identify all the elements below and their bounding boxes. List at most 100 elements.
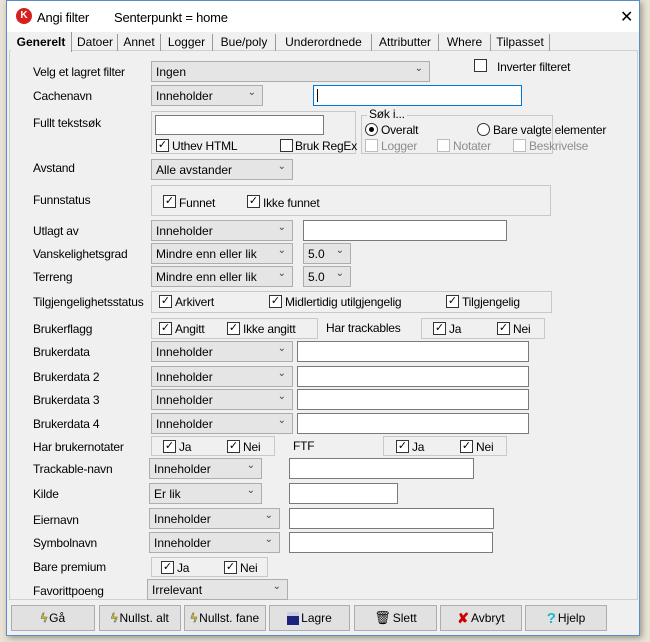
tab-logger[interactable]: Logger [161,34,213,51]
highlight-html-checkbox[interactable]: ✓ [156,139,169,152]
source-op-select[interactable]: Er lik ⌄ [149,483,262,504]
premium-yes-label: Ja [177,561,190,575]
tab-annet[interactable]: Annet [118,34,161,51]
favorites-select[interactable]: Irrelevant ⌄ [147,579,288,600]
save-label: Lagre [301,611,332,625]
difficulty-op-value: Mindre enn eller lik [156,247,257,261]
premium-yes-checkbox[interactable]: ✓ [161,561,174,574]
tab-underordnede[interactable]: Underordnede [276,34,372,51]
symbol-op-select[interactable]: Inneholder ⌄ [149,532,280,553]
premium-no-label: Nei [240,561,258,575]
userdata4-op-value: Inneholder [156,417,213,431]
trackable-name-op-select[interactable]: Inneholder ⌄ [149,458,262,479]
placed-by-op-select[interactable]: Inneholder ⌄ [151,220,293,241]
reset-all-label: Nullst. alt [119,611,169,625]
usernotes-yes-label: Ja [179,440,192,454]
premium-no-checkbox[interactable]: ✓ [224,561,237,574]
trash-icon: 🗑 [374,610,391,625]
favorites-label: Favorittpoeng [33,584,104,598]
archived-checkbox[interactable]: ✓ [159,295,172,308]
userdata4-op-select[interactable]: Inneholder ⌄ [151,413,293,434]
available-checkbox[interactable]: ✓ [446,295,459,308]
distance-select[interactable]: Alle avstander ⌄ [151,159,293,180]
tab-generelt[interactable]: Generelt [11,32,72,52]
premium-label: Bare premium [33,560,106,574]
userdata-op-select[interactable]: Inneholder ⌄ [151,341,293,362]
source-label: Kilde [33,487,59,501]
userdata4-input[interactable] [297,413,529,434]
terrain-op-select[interactable]: Mindre enn eller lik ⌄ [151,266,293,287]
regex-checkbox[interactable] [280,139,293,152]
symbol-input[interactable] [289,532,493,553]
lightning-icon: ϟ [40,611,48,626]
invert-checkbox[interactable] [474,59,487,72]
not-found-checkbox[interactable]: ✓ [247,195,260,208]
chevron-down-icon: ⌄ [335,268,344,279]
trackables-yes-checkbox[interactable]: ✓ [433,322,446,335]
tab-bue-poly[interactable]: Bue/poly [213,34,276,51]
ftf-yes-checkbox[interactable]: ✓ [396,440,409,453]
userdata3-input[interactable] [297,389,529,410]
found-checkbox[interactable]: ✓ [163,195,176,208]
flag-set-checkbox[interactable]: ✓ [159,322,172,335]
placed-by-input[interactable] [303,220,507,241]
terrain-value-select[interactable]: 5.0 ⌄ [303,266,351,287]
source-op-value: Er lik [154,487,181,501]
available-label: Tilgjengelig [462,295,520,309]
notes-checkbox[interactable] [437,139,450,152]
flag-not-set-checkbox[interactable]: ✓ [227,322,240,335]
go-button[interactable]: ϟ Gå [11,605,95,631]
selected-elements-radio[interactable] [477,123,490,136]
overall-radio[interactable] [365,123,378,136]
saved-filter-select[interactable]: Ingen ⌄ [151,61,430,82]
reset-all-button[interactable]: ϟ Nullst. alt [99,605,181,631]
userdata3-op-select[interactable]: Inneholder ⌄ [151,389,293,410]
logs-checkbox[interactable] [365,139,378,152]
description-checkbox[interactable] [513,139,526,152]
title-bar: K Angi filter Senterpunkt = home ✕ [7,1,639,32]
chevron-down-icon: ⌄ [246,460,255,471]
delete-button[interactable]: 🗑 Slett [354,605,437,631]
userdata3-label: Brukerdata 3 [33,393,100,407]
userdata-label: Brukerdata [33,345,90,359]
fulltext-input[interactable] [155,115,324,135]
owner-input[interactable] [289,508,494,529]
tab-attributter[interactable]: Attributter [372,34,439,51]
chevron-down-icon: ⌄ [277,245,286,256]
owner-op-value: Inneholder [154,512,211,526]
userdata2-input[interactable] [297,366,529,387]
trackables-no-label: Nei [513,322,531,336]
chevron-down-icon: ⌄ [247,87,256,98]
search-in-title: Søk i... [367,107,407,121]
close-button[interactable]: ✕ [620,7,633,27]
terrain-op-value: Mindre enn eller lik [156,270,257,284]
tab-datoer[interactable]: Datoer [73,34,118,51]
ftf-no-checkbox[interactable]: ✓ [460,440,473,453]
reset-tab-button[interactable]: ϟ Nullst. fane [184,605,266,631]
save-button[interactable]: Lagre [269,605,350,631]
tab-tilpasset[interactable]: Tilpasset [491,34,550,51]
trackables-no-checkbox[interactable]: ✓ [497,322,510,335]
difficulty-op-select[interactable]: Mindre enn eller lik ⌄ [151,243,293,264]
help-button[interactable]: ? Hjelp [525,605,607,631]
trackable-name-input[interactable] [289,458,474,479]
usernotes-yes-checkbox[interactable]: ✓ [163,440,176,453]
usernotes-no-checkbox[interactable]: ✓ [227,440,240,453]
difficulty-value-select[interactable]: 5.0 ⌄ [303,243,351,264]
cachename-label: Cachenavn [33,89,92,103]
userdata2-op-select[interactable]: Inneholder ⌄ [151,366,293,387]
cancel-button[interactable]: ✘ Avbryt [440,605,522,631]
temp-unavailable-checkbox[interactable]: ✓ [269,295,282,308]
userdata-input[interactable] [297,341,529,362]
chevron-down-icon: ⌄ [277,222,286,233]
chevron-down-icon: ⌄ [264,510,273,521]
chevron-down-icon: ⌄ [246,485,255,496]
tab-where[interactable]: Where [439,34,491,51]
source-input[interactable] [289,483,398,504]
cachename-input[interactable] [313,85,522,106]
description-label: Beskrivelse [529,139,589,153]
owner-op-select[interactable]: Inneholder ⌄ [149,508,280,529]
userdata3-op-value: Inneholder [156,393,213,407]
cachename-op-select[interactable]: Inneholder ⌄ [151,85,263,106]
difficulty-value: 5.0 [308,247,325,261]
